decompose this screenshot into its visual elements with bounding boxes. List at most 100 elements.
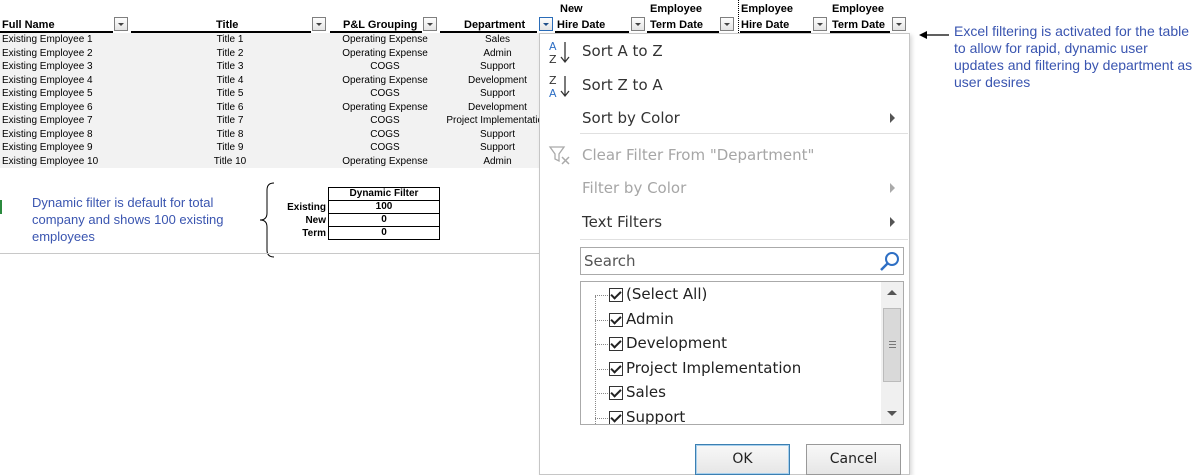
table-row[interactable]: Existing Employee 3 Title 3 COGS Support bbox=[0, 60, 540, 74]
cancel-button[interactable]: Cancel bbox=[806, 444, 901, 475]
scroll-up-icon[interactable] bbox=[887, 290, 897, 295]
table-row[interactable]: Existing Employee 10 Title 10 Operating Ex… bbox=[0, 155, 540, 169]
sort-descending-icon: Z A bbox=[549, 74, 570, 99]
table-row[interactable]: Existing Employee 7 Title 7 COGS Project Im… bbox=[0, 114, 549, 128]
filter-value-list: (Select All) Admin Development Project Impl… bbox=[580, 281, 904, 425]
filter-item-label: Support bbox=[626, 408, 686, 425]
cell-title: Title 3 bbox=[216, 61, 244, 72]
filter-button-department[interactable] bbox=[539, 17, 553, 31]
scroll-thumb[interactable] bbox=[883, 308, 901, 382]
term-value: 0 bbox=[328, 226, 440, 240]
cell-pl-grouping: COGS bbox=[370, 115, 400, 126]
cell-full-name: Existing Employee 8 bbox=[2, 128, 93, 140]
filter-list-item[interactable]: Admin bbox=[581, 308, 876, 333]
menu-clear-filter-label: Clear Filter From "Department" bbox=[582, 146, 815, 164]
menu-sort-a-to-z[interactable]: A Z Sort A to Z bbox=[540, 36, 909, 68]
submenu-arrow-icon bbox=[890, 217, 895, 227]
header-emp-hire-top: Employee bbox=[741, 3, 793, 15]
filter-button-employee-hire-date[interactable] bbox=[813, 17, 827, 31]
cell-title: Title 1 bbox=[216, 34, 244, 45]
checkbox[interactable] bbox=[609, 361, 623, 376]
filter-button-title[interactable] bbox=[312, 17, 326, 31]
cell-full-name: Existing Employee 4 bbox=[2, 74, 93, 86]
table-row[interactable]: Existing Employee 1 Title 1 Operating Expe… bbox=[0, 33, 540, 47]
checkbox[interactable] bbox=[609, 386, 623, 401]
table-row[interactable]: Existing Employee 9 Title 9 COGS Support bbox=[0, 141, 540, 155]
tree-connector bbox=[595, 368, 608, 370]
header-emp-term2-top: Employee bbox=[832, 3, 884, 15]
filter-item-label: Project Implementation bbox=[626, 358, 802, 377]
checkbox[interactable] bbox=[609, 288, 623, 302]
cell-department: Sales bbox=[484, 34, 510, 45]
excel-filtering-note: Excel filtering is activated for the tab… bbox=[954, 23, 1193, 90]
term-label: Term bbox=[302, 228, 326, 239]
table-row[interactable]: Existing Employee 5 Title 5 COGS Support bbox=[0, 87, 540, 101]
tree-connector bbox=[595, 393, 608, 395]
header-employee-hire-date: Employee Hire Date bbox=[741, 0, 811, 33]
menu-filter-by-color-label: Filter by Color bbox=[582, 179, 687, 197]
cell-title: Title 2 bbox=[216, 47, 244, 59]
header-title-label: Title bbox=[216, 19, 239, 31]
svg-text:A: A bbox=[549, 40, 557, 53]
header-employee-term-date: Employee Term Date bbox=[650, 0, 720, 33]
filter-button-pl-grouping[interactable] bbox=[423, 17, 437, 31]
cell-title: Title 5 bbox=[216, 88, 244, 99]
tree-connector bbox=[595, 344, 608, 346]
filter-button-new-hire-date[interactable] bbox=[631, 17, 645, 31]
filter-list-item[interactable]: Support bbox=[581, 406, 876, 425]
filter-list-item[interactable]: Project Implementation bbox=[581, 357, 876, 382]
menu-clear-filter[interactable]: Clear Filter From "Department" bbox=[540, 140, 909, 172]
cell-department: Admin bbox=[483, 47, 512, 59]
menu-sort-z-to-a[interactable]: Z A Sort Z to A bbox=[540, 70, 909, 102]
cell-pl-grouping: Operating Expense bbox=[342, 155, 428, 167]
cell-full-name: Existing Employee 3 bbox=[2, 61, 93, 72]
existing-label: Existing bbox=[287, 202, 326, 213]
table-row[interactable]: Existing Employee 4 Title 4 Operating Expe… bbox=[0, 74, 540, 88]
filter-list-item[interactable]: (Select All) bbox=[581, 283, 876, 308]
list-scrollbar[interactable] bbox=[881, 282, 903, 424]
filter-list-item[interactable]: Development bbox=[581, 332, 876, 357]
checkbox[interactable] bbox=[609, 411, 623, 424]
spreadsheet: Full Name Title P&L Grouping Department … bbox=[0, 0, 553, 260]
header-emp-term-top: Employee bbox=[650, 3, 702, 15]
table-row[interactable]: Existing Employee 6 Title 6 Operating Expe… bbox=[0, 101, 540, 115]
cell-full-name: Existing Employee 2 bbox=[2, 47, 93, 59]
cell-department: Admin bbox=[483, 155, 512, 167]
submenu-arrow-icon bbox=[890, 113, 895, 123]
svg-text:Z: Z bbox=[549, 53, 557, 65]
checkbox[interactable] bbox=[609, 337, 623, 352]
cell-full-name: Existing Employee 10 bbox=[2, 155, 99, 167]
header-emp-hire-bottom: Hire Date bbox=[741, 19, 790, 31]
cell-pl-grouping: COGS bbox=[370, 61, 400, 72]
table-row[interactable]: Existing Employee 2 Title 2 Operating Expe… bbox=[0, 47, 540, 61]
scroll-down-icon[interactable] bbox=[887, 411, 897, 416]
menu-text-filters[interactable]: Text Filters bbox=[540, 207, 909, 239]
filter-button-full-name[interactable] bbox=[114, 17, 128, 31]
table-row[interactable]: Existing Employee 8 Title 8 COGS Support bbox=[0, 128, 540, 142]
cell-department: Support bbox=[479, 128, 516, 140]
menu-sort-by-color[interactable]: Sort by Color bbox=[540, 103, 909, 135]
menu-filter-by-color[interactable]: Filter by Color bbox=[540, 173, 909, 205]
table-body: Existing Employee 1 Title 1 Operating Expe… bbox=[0, 33, 549, 169]
filter-button-employee-term-date[interactable] bbox=[720, 17, 734, 31]
header-department-label: Department bbox=[464, 19, 526, 31]
cell-pl-grouping: COGS bbox=[370, 128, 400, 140]
cell-title: Title 8 bbox=[216, 128, 244, 140]
tree-connector bbox=[595, 295, 608, 296]
menu-sort-by-color-label: Sort by Color bbox=[582, 109, 680, 127]
filter-list-item[interactable]: Sales bbox=[581, 381, 876, 406]
filter-item-label: (Select All) bbox=[626, 285, 708, 303]
cell-pl-grouping: Operating Expense bbox=[342, 74, 428, 86]
checkbox[interactable] bbox=[609, 312, 623, 327]
sheet-edge bbox=[0, 253, 540, 254]
header-title: Title bbox=[190, 0, 270, 33]
search-input[interactable]: Search bbox=[580, 247, 904, 275]
filter-button-employee-term-date-2[interactable] bbox=[892, 17, 906, 31]
cell-pl-grouping: COGS bbox=[370, 142, 400, 153]
header-new-hire-bottom: Hire Date bbox=[557, 19, 606, 31]
menu-separator bbox=[580, 239, 908, 240]
menu-separator bbox=[580, 133, 908, 134]
header-full-name: Full Name bbox=[2, 0, 130, 33]
ok-button[interactable]: OK bbox=[695, 444, 790, 475]
menu-text-filters-label: Text Filters bbox=[582, 213, 663, 231]
